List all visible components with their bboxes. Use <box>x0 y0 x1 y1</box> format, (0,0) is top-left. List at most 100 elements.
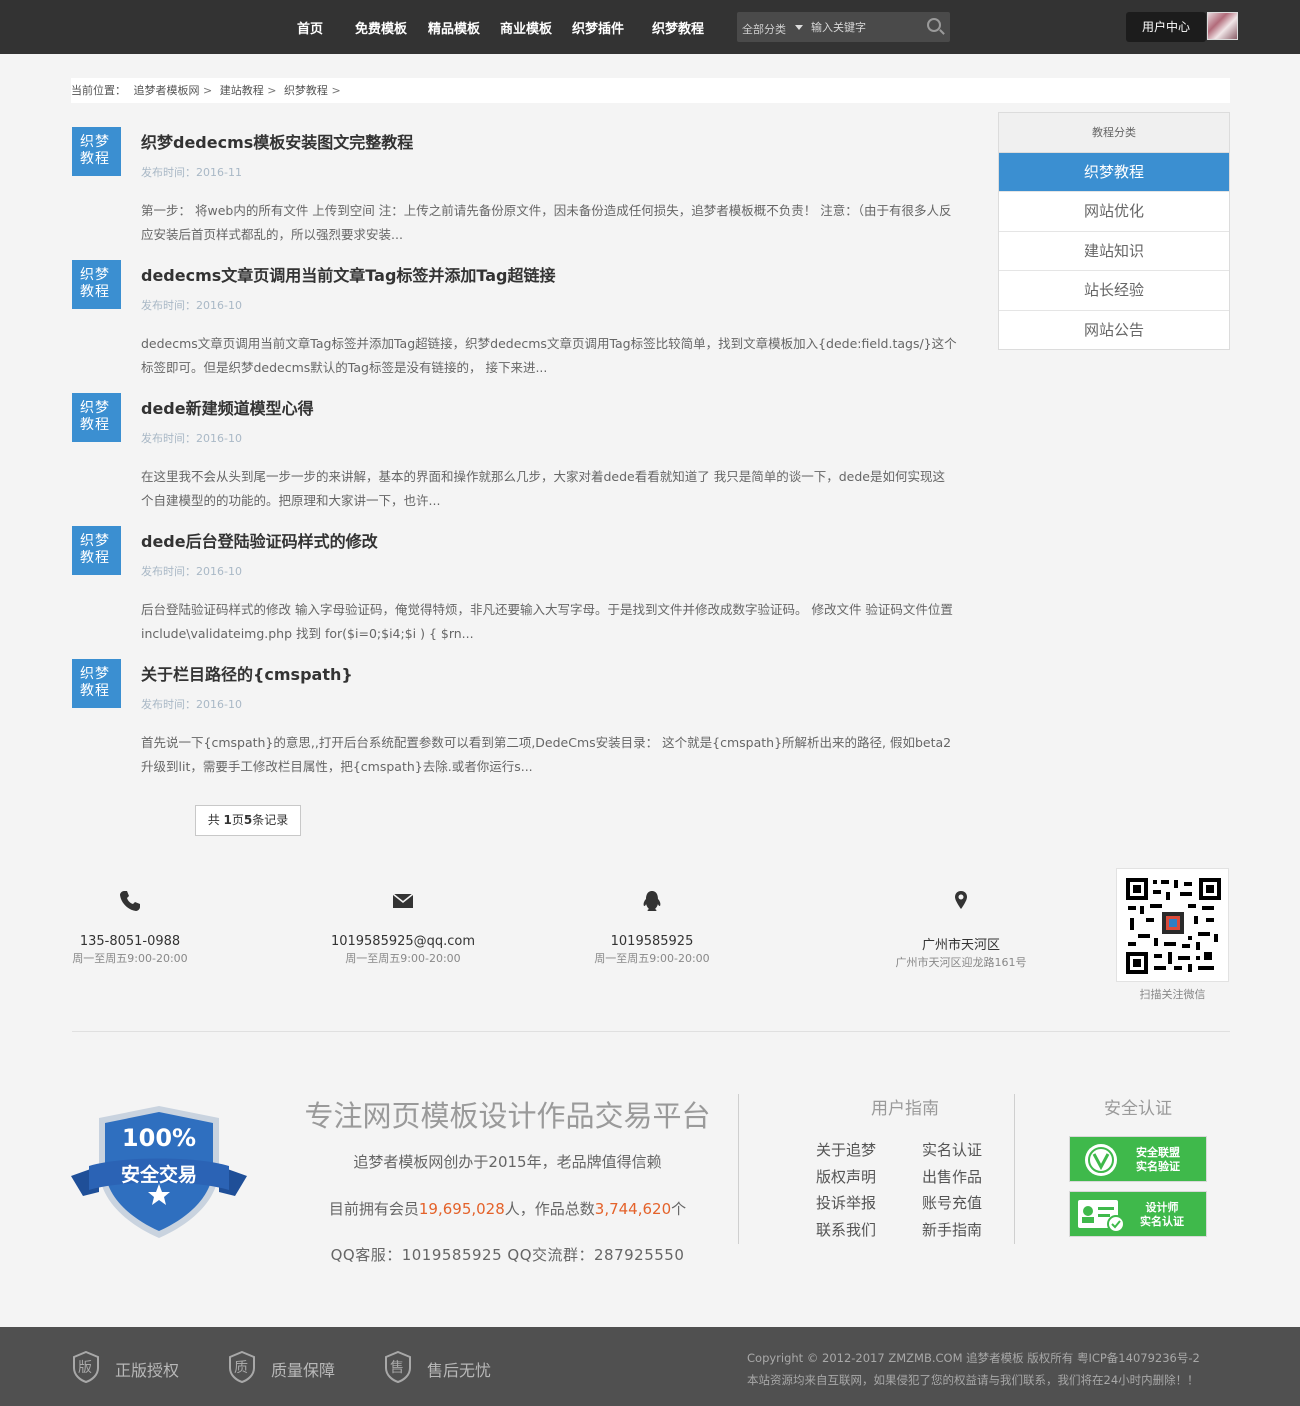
article-date: 发布时间：2016-10 <box>141 698 242 711</box>
shield-label: 安全交易 <box>120 1164 197 1186</box>
phone-hours: 周一至周五9:00-20:00 <box>72 952 188 965</box>
search-box: 全部分类 <box>737 12 950 42</box>
article-date: 发布时间：2016-10 <box>141 432 242 445</box>
search-category-select[interactable]: 全部分类 <box>742 21 786 37</box>
breadcrumb-separator: > <box>267 84 277 97</box>
category-badge: 织梦 教程 <box>72 393 121 442</box>
article-title-link[interactable]: dedecms文章页调用当前文章Tag标签并添加Tag超链接 <box>141 262 556 286</box>
promise-label: 质量保障 <box>271 1361 336 1380</box>
security-shield-logo: 100% 安全交易 <box>71 1104 247 1240</box>
article-date: 发布时间：2016-11 <box>141 166 242 179</box>
category-badge: 织梦 教程 <box>72 260 121 309</box>
qq-number: 1019585925 <box>610 934 694 949</box>
article-summary: 第一步： 将web内的所有文件 上传到空间 注：上传之前请先备份原文件，因未备份… <box>141 203 952 242</box>
cert-security-alliance-badge[interactable]: 安全联盟 实名验证 <box>1069 1136 1207 1182</box>
link-report[interactable]: 投诉举报 <box>816 1192 876 1213</box>
qr-code-image <box>1126 878 1221 974</box>
article-title-link[interactable]: 关于栏目路径的{cmspath} <box>141 661 353 685</box>
page-count: 1 <box>223 813 232 827</box>
link-contact[interactable]: 联系我们 <box>816 1219 876 1240</box>
article-date: 发布时间：2016-10 <box>141 565 242 578</box>
sidebar-item-announcements[interactable]: 网站公告 <box>999 311 1229 350</box>
copyright-text: Copyright © 2012-2017 ZMZMB.COM 追梦者模板 版权… <box>747 1347 1200 1391</box>
disclaimer-line: 本站资源均来自互联网，如果侵犯了您的权益请与我们联系，我们将在24小时内删除！！ <box>747 1373 1199 1387</box>
user-center-button[interactable]: 用户中心 <box>1126 12 1206 42</box>
footer-stats: 目前拥有会员19,695,028人，作品总数3,744,620个 <box>328 1200 687 1218</box>
promise-glyph: 售 <box>390 1360 404 1376</box>
contact-email: 1019585925@qq.com 周一至周五9:00-20:00 <box>303 888 503 966</box>
sidebar-item-dede-tutorials[interactable]: 织梦教程 <box>999 153 1229 193</box>
link-copyright[interactable]: 版权声明 <box>816 1166 876 1187</box>
article-date: 发布时间：2016-10 <box>141 299 242 312</box>
nav-premium-templates[interactable]: 精品模板 <box>428 18 480 37</box>
link-about[interactable]: 关于追梦 <box>816 1139 876 1160</box>
category-badge: 织梦 教程 <box>72 127 121 176</box>
nav-free-templates[interactable]: 免费模板 <box>355 18 407 37</box>
nav-dede-plugins[interactable]: 织梦插件 <box>572 18 624 37</box>
shield-percent: 100% <box>121 1124 197 1152</box>
sidebar-title: 教程分类 <box>999 113 1229 153</box>
footer-qq-info: QQ客服：1019585925 QQ交流群：287925550 <box>330 1246 685 1264</box>
address-city: 广州市天河区 <box>921 938 1000 953</box>
avatar[interactable] <box>1207 12 1238 40</box>
link-recharge[interactable]: 账号充值 <box>922 1192 982 1213</box>
cert-designer-badge[interactable]: 设计师 实名认证 <box>1069 1191 1207 1237</box>
works-count: 3,744,620 <box>594 1200 672 1218</box>
top-navbar: 首页 免费模板 精品模板 商业模板 织梦插件 织梦教程 全部分类 用户中心 <box>0 0 1300 54</box>
bottom-bar: 版 正版授权 质 质量保障 售 售后无忧 Copyright © 2012-20… <box>0 1327 1300 1406</box>
article-item: 织梦 教程 dede新建频道模型心得 发布时间：2016-10 在这里我不会从头到… <box>72 393 962 526</box>
article-title-link[interactable]: 织梦dedecms模板安装图文完整教程 <box>141 129 413 153</box>
breadcrumb-separator: > <box>203 84 213 97</box>
footer-subslogan: 追梦者模板网创办于2015年，老品牌值得信赖 <box>353 1153 662 1171</box>
contact-phone: 135-8051-0988 周一至周五9:00-20:00 <box>30 888 230 966</box>
breadcrumb-site-tutorials[interactable]: 建站教程 <box>220 84 264 97</box>
link-real-name[interactable]: 实名认证 <box>922 1139 982 1160</box>
article-title-link[interactable]: dede新建频道模型心得 <box>141 395 314 419</box>
article-summary: 在这里我不会从头到尾一步一步的来讲解，基本的界面和操作就那么几步，大家对着ded… <box>141 469 945 508</box>
category-badge: 织梦 教程 <box>72 659 121 708</box>
link-beginner-guide[interactable]: 新手指南 <box>922 1219 982 1240</box>
location-icon <box>948 888 974 914</box>
breadcrumb-dede-tutorials[interactable]: 织梦教程 <box>284 84 328 97</box>
article-item: 织梦 教程 dedecms文章页调用当前文章Tag标签并添加Tag超链接 发布时间… <box>72 260 962 393</box>
article-summary: 后台登陆验证码样式的修改 输入字母验证码，俺觉得特烦，非凡还要输入大写字母。于是… <box>141 602 953 641</box>
phone-icon <box>117 888 143 914</box>
pagination-info: 共 1页5条记录 <box>195 805 301 836</box>
qq-icon <box>639 888 665 914</box>
promise-glyph: 质 <box>234 1360 248 1376</box>
nav-commercial-templates[interactable]: 商业模板 <box>500 18 552 37</box>
footer-divider <box>72 1031 1230 1032</box>
article-title-link[interactable]: dede后台登陆验证码样式的修改 <box>141 528 378 552</box>
nav-home[interactable]: 首页 <box>297 18 323 37</box>
breadcrumb-prefix: 当前位置： <box>71 84 126 97</box>
article-item: 织梦 教程 织梦dedecms模板安装图文完整教程 发布时间：2016-11 第一… <box>72 127 962 260</box>
email-address[interactable]: 1019585925@qq.com <box>303 934 503 949</box>
qq-hours: 周一至周五9:00-20:00 <box>594 952 710 965</box>
breadcrumb: 当前位置： 追梦者模板网 > 建站教程 > 织梦教程 > <box>71 78 1230 103</box>
breadcrumb-separator: > <box>331 84 341 97</box>
footer-vertical-divider <box>738 1094 739 1244</box>
caret-down-icon[interactable] <box>795 25 803 30</box>
breadcrumb-home[interactable]: 追梦者模板网 <box>134 84 200 97</box>
phone-number: 135-8051-0988 <box>79 934 181 949</box>
verified-v-icon <box>1085 1144 1117 1176</box>
qr-caption: 扫描关注微信 <box>1139 988 1206 1001</box>
promise-label: 售后无忧 <box>427 1361 492 1380</box>
sidebar-item-seo[interactable]: 网站优化 <box>999 192 1229 232</box>
email-hours: 周一至周五9:00-20:00 <box>345 952 461 965</box>
category-badge: 织梦 教程 <box>72 526 121 575</box>
link-sell-works[interactable]: 出售作品 <box>922 1166 982 1187</box>
nav-dede-tutorials[interactable]: 织梦教程 <box>652 18 704 37</box>
record-count: 5 <box>243 813 253 827</box>
search-input[interactable] <box>811 15 921 39</box>
user-guide-title: 用户指南 <box>871 1099 939 1119</box>
promise-glyph: 版 <box>78 1360 92 1376</box>
copyright-line: Copyright © 2012-2017 ZMZMB.COM 追梦者模板 版权… <box>747 1351 1200 1365</box>
sidebar-item-site-knowledge[interactable]: 建站知识 <box>999 232 1229 272</box>
search-icon[interactable] <box>927 18 941 32</box>
mail-icon <box>390 888 416 914</box>
article-item: 织梦 教程 dede后台登陆验证码样式的修改 发布时间：2016-10 后台登陆验… <box>72 526 962 659</box>
sidebar-item-webmaster-experience[interactable]: 站长经验 <box>999 271 1229 311</box>
address-detail: 广州市天河区迎龙路161号 <box>895 956 1027 969</box>
member-count: 19,695,028 <box>418 1200 505 1218</box>
